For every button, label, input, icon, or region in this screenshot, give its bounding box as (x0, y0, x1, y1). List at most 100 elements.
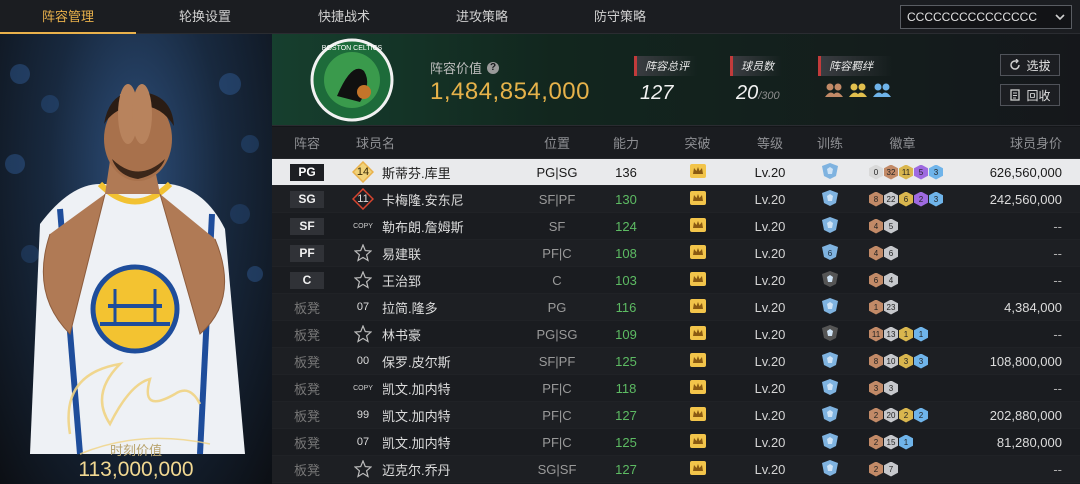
breakthrough-crown-icon[interactable] (660, 379, 735, 397)
table-row[interactable]: 板凳 林书豪 PG|SG 109 Lv.20 11 13 1 1 -- (272, 321, 1080, 348)
col-badges[interactable]: 徽章 (855, 133, 950, 152)
badge-icon[interactable]: 3 (929, 191, 943, 207)
badge-icon[interactable]: 3 (869, 380, 883, 396)
training-icon[interactable] (805, 459, 855, 479)
training-icon[interactable] (805, 405, 855, 425)
col-position[interactable]: 位置 (522, 133, 592, 152)
training-icon[interactable] (805, 189, 855, 209)
breakthrough-crown-icon[interactable] (660, 433, 735, 451)
badge-icon[interactable]: 1 (899, 326, 913, 342)
col-training[interactable]: 训练 (805, 133, 855, 152)
tab-quick-tactics[interactable]: 快捷战术 (274, 0, 414, 34)
badge-icon[interactable]: 32 (884, 164, 898, 180)
badge-icon[interactable]: 4 (869, 245, 883, 261)
training-icon[interactable] (805, 270, 855, 290)
training-icon[interactable] (805, 324, 855, 344)
table-row[interactable]: PG 14 斯蒂芬.库里 PG|SG 136 Lv.20 0 32 11 5 3 626,560,00… (272, 159, 1080, 186)
badge-icon[interactable]: 1 (899, 434, 913, 450)
badge-icon[interactable]: 8 (869, 353, 883, 369)
badge-icon[interactable]: 2 (869, 407, 883, 423)
badge-icon[interactable]: 8 (869, 191, 883, 207)
badge-icon[interactable]: 6 (884, 245, 898, 261)
player-name[interactable]: 易建联 (382, 244, 421, 263)
badge-icon[interactable]: 6 (899, 191, 913, 207)
badge-icon[interactable]: 1 (914, 326, 928, 342)
badge-icon[interactable]: 7 (884, 461, 898, 477)
table-row[interactable]: 板凳 COPY 凯文.加内特 PF|C 118 Lv.20 3 3 -- (272, 375, 1080, 402)
col-ability[interactable]: 能力 (592, 133, 660, 152)
breakthrough-crown-icon[interactable] (660, 217, 735, 235)
bond-bronze-icon[interactable] (824, 82, 844, 98)
tab-rotation[interactable]: 轮换设置 (136, 0, 274, 34)
player-name[interactable]: 勒布朗.詹姆斯 (382, 217, 464, 236)
badge-icon[interactable]: 4 (884, 272, 898, 288)
table-row[interactable]: 板凳 99 凯文.加内特 PF|C 127 Lv.20 2 20 2 2 202,880,000 (272, 402, 1080, 429)
breakthrough-crown-icon[interactable] (660, 406, 735, 424)
badge-icon[interactable]: 22 (884, 191, 898, 207)
breakthrough-crown-icon[interactable] (660, 460, 735, 478)
table-row[interactable]: PF 易建联 PF|C 108 Lv.20 6 4 6 -- (272, 240, 1080, 267)
col-slot[interactable]: 阵容 (272, 133, 342, 152)
badge-icon[interactable]: 5 (884, 218, 898, 234)
training-icon[interactable] (805, 216, 855, 236)
badge-icon[interactable]: 5 (914, 164, 928, 180)
breakthrough-crown-icon[interactable] (660, 271, 735, 289)
badge-icon[interactable]: 6 (869, 272, 883, 288)
badge-icon[interactable]: 13 (884, 326, 898, 342)
player-name[interactable]: 保罗.皮尔斯 (382, 352, 451, 371)
badge-icon[interactable]: 11 (869, 326, 883, 342)
training-icon[interactable]: 6 (805, 243, 855, 263)
breakthrough-crown-icon[interactable] (660, 244, 735, 262)
badge-icon[interactable]: 20 (884, 407, 898, 423)
player-name[interactable]: 凯文.加内特 (382, 433, 451, 452)
player-name[interactable]: 王治郅 (382, 271, 421, 290)
col-level[interactable]: 等级 (735, 133, 805, 152)
training-icon[interactable] (805, 432, 855, 452)
badge-icon[interactable]: 0 (869, 164, 883, 180)
tab-lineup[interactable]: 阵容管理 (0, 0, 136, 34)
badge-icon[interactable]: 2 (899, 407, 913, 423)
bond-blue-icon[interactable] (872, 82, 892, 98)
col-name[interactable]: 球员名 (342, 133, 522, 152)
training-icon[interactable] (805, 351, 855, 371)
table-row[interactable]: C 王治郅 C 103 Lv.20 6 4 -- (272, 267, 1080, 294)
table-row[interactable]: 板凳 00 保罗.皮尔斯 SF|PF 125 Lv.20 8 10 3 3 108,800,000 (272, 348, 1080, 375)
player-name[interactable]: 拉简.隆多 (382, 298, 438, 317)
badge-icon[interactable]: 2 (869, 461, 883, 477)
badge-icon[interactable]: 15 (884, 434, 898, 450)
training-icon[interactable] (805, 162, 855, 182)
col-price[interactable]: 球员身价 (950, 133, 1080, 152)
player-name[interactable]: 林书豪 (382, 325, 421, 344)
breakthrough-crown-icon[interactable] (660, 298, 735, 316)
featured-player-card[interactable]: 时刻价值 113,000,000 (0, 34, 272, 484)
badge-icon[interactable]: 2 (914, 191, 928, 207)
badge-icon[interactable]: 3 (884, 380, 898, 396)
table-row[interactable]: SF COPY 勒布朗.詹姆斯 SF 124 Lv.20 4 5 -- (272, 213, 1080, 240)
badge-icon[interactable]: 23 (884, 299, 898, 315)
table-row[interactable]: SG 11 卡梅隆.安东尼 SF|PF 130 Lv.20 8 22 6 2 3 242,560,00… (272, 186, 1080, 213)
badge-icon[interactable]: 3 (899, 353, 913, 369)
training-icon[interactable] (805, 378, 855, 398)
help-icon[interactable]: ? (487, 61, 500, 74)
breakthrough-crown-icon[interactable] (660, 325, 735, 343)
select-button[interactable]: 选拔 (1000, 54, 1060, 76)
bond-gold-icon[interactable] (848, 82, 868, 98)
badge-icon[interactable]: 11 (899, 164, 913, 180)
badge-icon[interactable]: 10 (884, 353, 898, 369)
breakthrough-crown-icon[interactable] (660, 190, 735, 208)
player-name[interactable]: 凯文.加内特 (382, 379, 451, 398)
player-name[interactable]: 迈克尔.乔丹 (382, 460, 451, 479)
col-breakthrough[interactable]: 突破 (660, 133, 735, 152)
tab-offense[interactable]: 进攻策略 (414, 0, 550, 34)
badge-icon[interactable]: 4 (869, 218, 883, 234)
badge-icon[interactable]: 2 (914, 407, 928, 423)
badge-icon[interactable]: 3 (914, 353, 928, 369)
player-name[interactable]: 卡梅隆.安东尼 (382, 190, 464, 209)
tab-defense[interactable]: 防守策略 (550, 0, 690, 34)
breakthrough-crown-icon[interactable] (660, 163, 735, 181)
badge-icon[interactable]: 3 (929, 164, 943, 180)
table-row[interactable]: 板凳 07 拉简.隆多 PG 116 Lv.20 1 23 4,384,000 (272, 294, 1080, 321)
training-icon[interactable] (805, 297, 855, 317)
account-dropdown[interactable]: CCCCCCCCCCCCCCC (900, 5, 1072, 29)
badge-icon[interactable]: 1 (869, 299, 883, 315)
